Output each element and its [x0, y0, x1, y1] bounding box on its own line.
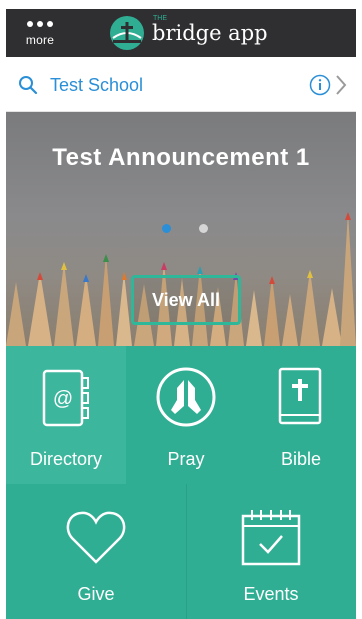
school-selector-row[interactable]: Test School [6, 57, 356, 112]
praying-hands-icon [156, 367, 216, 427]
heart-icon [66, 511, 126, 564]
more-label: more [25, 33, 55, 47]
announcement-title[interactable]: Test Announcement 1 [6, 144, 356, 172]
carousel-pager[interactable] [162, 224, 208, 233]
tile-pray-label: Pray [167, 449, 205, 469]
view-all-button[interactable]: View All [131, 275, 241, 325]
tile-give[interactable]: Give [6, 484, 186, 619]
tile-bible[interactable]: Bible [246, 346, 356, 484]
tile-events-label: Events [243, 584, 299, 604]
tile-directory-label: Directory [29, 449, 102, 469]
info-icon[interactable] [309, 74, 331, 96]
announcement-carousel[interactable]: Test Announcement 1 View All [6, 112, 356, 346]
pager-dot-active[interactable] [162, 224, 171, 233]
brand-small-label: THE [153, 15, 167, 22]
tile-pray[interactable]: Pray [126, 346, 246, 484]
calendar-icon [241, 510, 301, 566]
tile-divider [186, 484, 187, 619]
top-bar: more THE bridge app [6, 9, 356, 57]
address-book-icon: @ [42, 369, 89, 427]
tile-directory[interactable]: @ Directory [6, 346, 126, 484]
school-name[interactable]: Test School [50, 75, 143, 96]
more-menu-button[interactable]: more [18, 17, 62, 51]
bridge-cross-logo-icon [110, 16, 144, 50]
tile-bible-label: Bible [280, 449, 322, 469]
chevron-right-icon[interactable] [334, 73, 348, 97]
pager-dot[interactable] [199, 224, 208, 233]
bible-icon [278, 367, 322, 425]
brand-name-text: bridge app [152, 21, 268, 45]
search-icon[interactable] [18, 75, 38, 95]
svg-text:@: @ [53, 388, 73, 410]
more-dots-icon [27, 21, 53, 27]
tile-give-label: Give [77, 584, 115, 604]
brand-name: THE bridge app [152, 15, 268, 45]
app-brand: THE bridge app [110, 15, 268, 51]
tile-events[interactable]: Events [186, 484, 356, 619]
